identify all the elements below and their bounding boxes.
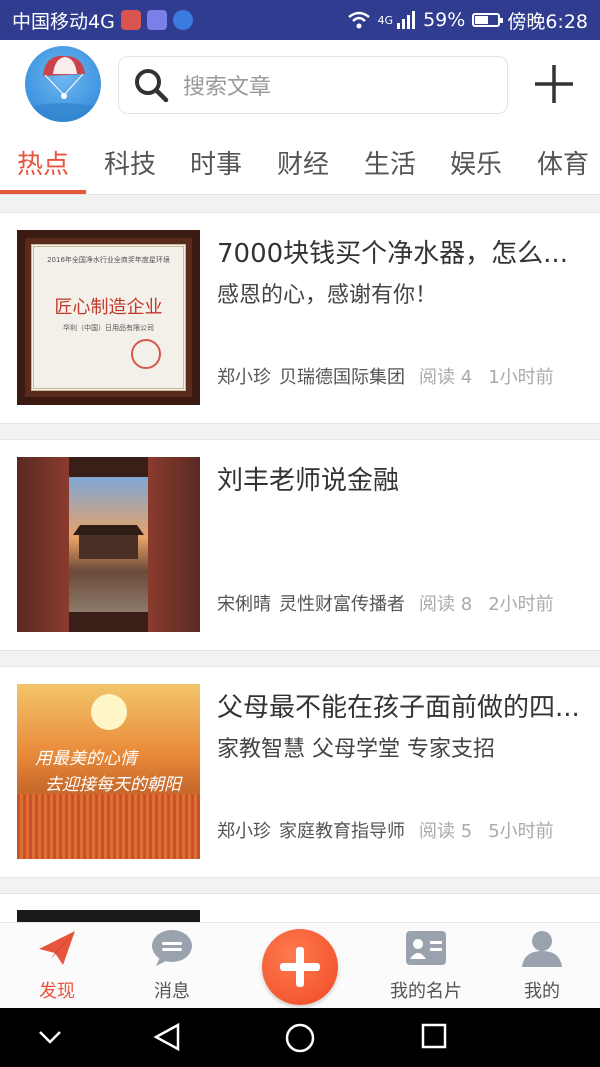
battery-percent: 59%: [423, 9, 466, 31]
status-bar: 中国移动4G 4G 59% 傍晚6:28: [0, 0, 600, 40]
wifi-icon: [347, 11, 370, 29]
article-title[interactable]: 7000块钱买个净水器，怎么...: [217, 233, 587, 270]
notification-icon: [120, 10, 141, 30]
image-caption-line1: 用最美的心情: [35, 749, 137, 769]
certificate-image: 2016年全国净水行业全商奖年度星环境 匠心制造企业 华利（中国）日用品有限公司: [17, 230, 200, 405]
image-caption-line2: 去迎接每天的朝阳: [45, 775, 181, 795]
article-author: 宋俐晴: [217, 594, 271, 615]
nav-label: 我的名片: [390, 981, 462, 1002]
plus-icon[interactable]: [532, 62, 576, 106]
tab-hot[interactable]: 热点: [17, 144, 69, 181]
nav-label: 发现: [39, 981, 75, 1002]
article-card-partial[interactable]: [0, 893, 600, 924]
article-subtitle: 家教智慧 父母学堂 专家支招: [217, 737, 495, 762]
tab-news[interactable]: 时事: [190, 144, 242, 181]
article-meta: 郑小珍 家庭教育指导师 阅读 5 5小时前: [217, 817, 587, 843]
person-icon: [522, 931, 562, 967]
tab-sports[interactable]: 体育: [537, 144, 589, 181]
tab-entertainment[interactable]: 娱乐: [450, 144, 502, 181]
certificate-motto: 匠心制造企业: [54, 297, 163, 318]
article-card[interactable]: 刘丰老师说金融 宋俐晴 灵性财富传播者 阅读 8 2小时前: [0, 439, 600, 651]
system-navigation-bar: [0, 1008, 600, 1067]
article-card[interactable]: 用最美的心情 去迎接每天的朝阳 父母最不能在孩子面前做的四... 家教智慧 父母…: [0, 666, 600, 878]
article-time: 5小时前: [488, 821, 554, 842]
search-placeholder: 搜索文章: [183, 75, 272, 100]
chat-bubble-icon: [152, 930, 192, 966]
nav-business-card[interactable]: 我的名片: [376, 929, 476, 1003]
tab-tech[interactable]: 科技: [104, 144, 156, 181]
article-meta: 郑小珍 贝瑞德国际集团 阅读 4 1小时前: [217, 363, 587, 389]
search-input[interactable]: 搜索文章: [118, 56, 508, 114]
paper-plane-icon: [39, 931, 75, 965]
article-title[interactable]: 父母最不能在孩子面前做的四...: [217, 687, 587, 724]
network-type: 4G: [377, 13, 394, 27]
sunrise-field-image: 用最美的心情 去迎接每天的朝阳: [17, 684, 200, 859]
article-subtitle: 感恩的心，感谢有你！: [217, 283, 438, 308]
app-notification-icon: [146, 10, 167, 30]
article-title[interactable]: 刘丰老师说金融: [217, 460, 587, 497]
article-meta: 宋俐晴 灵性财富传播者 阅读 8 2小时前: [217, 590, 587, 616]
article-author: 郑小珍: [217, 821, 271, 842]
article-author: 郑小珍: [217, 367, 271, 388]
nav-label: 我的: [524, 981, 560, 1002]
parachute-icon: [25, 55, 101, 122]
plus-icon: [280, 947, 320, 987]
nav-discover[interactable]: 发现: [7, 929, 107, 1003]
home-icon[interactable]: [284, 1022, 316, 1054]
category-tabs: 热点 科技 时事 财经 生活 娱乐 体育: [0, 132, 600, 195]
certificate-seal: [131, 339, 161, 369]
article-read-count: 阅读 4: [419, 367, 473, 388]
certificate-company: 华利（中国）日用品有限公司: [63, 324, 154, 332]
recents-icon[interactable]: [420, 1022, 448, 1050]
article-author-title: 贝瑞德国际集团: [279, 367, 405, 388]
article-card[interactable]: 2016年全国净水行业全商奖年度星环境 匠心制造企业 华利（中国）日用品有限公司…: [0, 212, 600, 424]
article-time: 1小时前: [488, 367, 554, 388]
nav-me[interactable]: 我的: [492, 929, 592, 1003]
translate-notification-icon: [172, 10, 193, 30]
add-circle-icon[interactable]: [262, 929, 338, 1005]
tab-finance[interactable]: 财经: [277, 144, 329, 181]
article-author-title: 家庭教育指导师: [279, 821, 405, 842]
battery-icon: [472, 13, 504, 27]
carrier-label: 中国移动4G: [12, 10, 115, 33]
clock: 傍晚6:28: [507, 10, 588, 33]
app-header: 搜索文章: [0, 40, 600, 132]
business-card-icon: [406, 931, 446, 965]
article-read-count: 阅读 8: [419, 594, 473, 615]
palace-gate-image: [17, 457, 200, 632]
back-icon[interactable]: [152, 1022, 182, 1052]
chevron-down-icon[interactable]: [36, 1026, 64, 1048]
nav-messages[interactable]: 消息: [122, 929, 222, 1003]
bottom-navigation: 发现 消息 我的名片 我的: [0, 922, 600, 1009]
article-read-count: 阅读 5: [419, 821, 473, 842]
search-icon: [135, 69, 169, 103]
article-author-title: 灵性财富传播者: [279, 594, 405, 615]
avatar[interactable]: [25, 46, 101, 122]
nav-label: 消息: [154, 981, 190, 1002]
certificate-header: 2016年全国净水行业全商奖年度星环境: [47, 256, 170, 264]
active-tab-indicator: [0, 190, 86, 194]
tab-life[interactable]: 生活: [364, 144, 416, 181]
article-time: 2小时前: [488, 594, 554, 615]
signal-icon: [397, 11, 416, 29]
